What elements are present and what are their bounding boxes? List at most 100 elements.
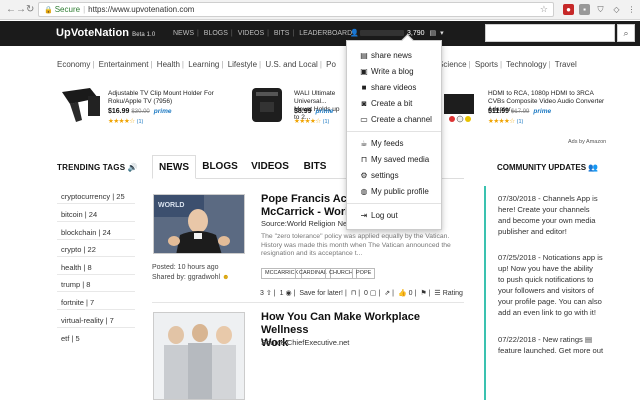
video-camera-icon: ■: [361, 83, 367, 92]
trending-tag[interactable]: bitcoin | 24: [61, 210, 97, 219]
trending-tag[interactable]: fortnite | 7: [61, 298, 94, 307]
category-link[interactable]: Travel: [555, 60, 577, 69]
ad-old-price: $17.99: [511, 109, 530, 115]
trending-tag[interactable]: cryptocurrency | 25: [61, 192, 125, 201]
post-source[interactable]: Source:ChiefExecutive.net: [261, 338, 349, 347]
user-dropdown-menu: ▤ share news ▣ Write a blog ■ share videos …: [346, 40, 442, 230]
reload-icon[interactable]: ↻: [26, 4, 34, 16]
star-rating-icon: ★★★★☆: [108, 118, 135, 125]
save-for-later-link[interactable]: Save for later!: [299, 290, 343, 297]
menu-dots-icon[interactable]: ⋮: [626, 4, 637, 15]
post-actions: 3 ⇧ | 1 ◉ | Save for later! | ⊓ | 0 ▢ | ⇗ | 👍 0 | ⚑…: [260, 290, 463, 297]
menu-item-label: Create a channel: [371, 115, 432, 124]
post-tag[interactable]: POPE: [352, 268, 376, 279]
tab-news[interactable]: NEWS: [152, 155, 196, 179]
menu-item-label: My public profile: [371, 187, 429, 196]
site-logo[interactable]: UpVoteNation Beta 1.0: [56, 27, 155, 39]
ad-price: $16.99 $30.00 prime: [108, 108, 171, 115]
post-thumbnail[interactable]: WORLD: [153, 194, 245, 254]
category-link[interactable]: Technology: [506, 60, 546, 69]
menu-item-create-bit[interactable]: ◙ Create a bit: [359, 99, 413, 108]
ad-price-value: $8.99: [294, 108, 312, 115]
upvote-icon[interactable]: ⇧: [266, 290, 272, 297]
category-link[interactable]: Science: [438, 60, 466, 69]
ad-card[interactable]: WALI Ultimate Universal... Mount Holds u…: [246, 86, 346, 136]
trending-tags-title: TRENDING TAGS 🔊: [57, 163, 138, 172]
tag-divider: [57, 239, 135, 240]
category-link[interactable]: Po: [326, 60, 336, 69]
bookmark-icon[interactable]: ⊓: [351, 290, 356, 297]
menu-item-share-news[interactable]: ▤ share news: [359, 51, 412, 60]
search-input[interactable]: [485, 24, 615, 42]
ad-price-value: $16.99: [108, 108, 130, 115]
menu-item-write-blog[interactable]: ▣ Write a blog: [359, 67, 413, 76]
menu-item-public-profile[interactable]: ◍ My public profile: [359, 187, 429, 196]
extension-red-icon[interactable]: ●: [563, 4, 574, 15]
menu-item-settings[interactable]: ⚙ settings: [359, 171, 398, 180]
address-bar[interactable]: 🔒 Secure | https://www.upvotenation.com ☆: [38, 2, 554, 17]
trending-tag[interactable]: blockchain | 24: [61, 228, 111, 237]
trending-tag[interactable]: crypto | 22: [61, 245, 96, 254]
category-link[interactable]: Sports: [475, 60, 498, 69]
category-divider: |: [500, 60, 503, 69]
forward-icon[interactable]: →: [16, 4, 26, 16]
back-icon[interactable]: ←: [6, 4, 16, 16]
user-menu-toggle[interactable]: 👤 3,790 ▤ ▾: [350, 29, 444, 39]
comment-icon[interactable]: ▢: [370, 290, 377, 297]
tab-videos[interactable]: VIDEOS: [248, 155, 292, 179]
trending-tag[interactable]: etf | 5: [61, 334, 80, 343]
ad-old-price: $30.00: [131, 109, 150, 115]
category-link[interactable]: Health: [157, 60, 180, 69]
bookmark-star-icon[interactable]: ☆: [540, 3, 548, 16]
topnav-blogs[interactable]: BLOGS: [204, 30, 228, 37]
community-title-text: COMMUNITY UPDATES: [497, 163, 587, 172]
tab-bits[interactable]: BITS: [298, 155, 332, 179]
ad-card[interactable]: HDMI to RCA, 1080p HDMI to 3RCA CVBs Com…: [440, 86, 610, 136]
rating-link[interactable]: Rating: [443, 290, 463, 297]
flag-icon[interactable]: ⚑: [420, 290, 426, 297]
category-link[interactable]: Economy: [57, 60, 90, 69]
topnav-news[interactable]: NEWS: [173, 30, 194, 37]
menu-item-saved-media[interactable]: ⊓ My saved media: [359, 155, 429, 164]
trending-tag[interactable]: trump | 8: [61, 280, 90, 289]
trending-tag[interactable]: health | 8: [61, 263, 92, 272]
trending-tag[interactable]: virtual-reality | 7: [61, 316, 114, 325]
beta-badge: Beta 1.0: [132, 32, 156, 38]
tab-blogs[interactable]: BLOGS: [198, 155, 242, 179]
category-link[interactable]: U.S. and Local: [265, 60, 317, 69]
ad-card[interactable]: Adjustable TV Clip Mount Holder For Roku…: [60, 86, 240, 136]
secure-label: Secure: [54, 5, 81, 14]
search-button[interactable]: ⌕: [617, 24, 635, 42]
share-icon[interactable]: ⇗: [384, 290, 390, 297]
category-link[interactable]: Entertainment: [99, 60, 149, 69]
menu-item-create-channel[interactable]: ▭ Create a channel: [359, 115, 432, 124]
extension-grey-icon[interactable]: ▪: [579, 4, 590, 15]
logout-icon: ⇥: [360, 211, 368, 220]
menu-item-label: Create a bit: [371, 99, 413, 108]
menu-item-my-feeds[interactable]: ☕ My feeds: [359, 139, 403, 148]
menu-item-log-out[interactable]: ⇥ Log out: [359, 211, 398, 220]
post-thumbnail[interactable]: [153, 312, 245, 400]
community-update: 07/22/2018 - New ratings ▤ feature launc…: [498, 334, 608, 356]
prime-badge: prime: [533, 108, 552, 115]
extension-shield-icon[interactable]: ⛉: [595, 4, 606, 15]
search-icon: ⌕: [623, 28, 629, 38]
menu-item-share-videos[interactable]: ■ share videos: [359, 83, 417, 92]
posted-time: Posted: 10 hours ago: [152, 264, 219, 271]
product-image-hdmi-adapter: [444, 94, 474, 123]
update-line: 07/22/2018 - New ratings: [498, 335, 583, 344]
menu-item-label: My feeds: [371, 139, 404, 148]
bookmark-icon: ⊓: [360, 155, 368, 164]
extension-puzzle-icon[interactable]: ◇: [611, 4, 622, 15]
topnav-videos[interactable]: VIDEOS: [238, 30, 264, 37]
url-text: https://www.upvotenation.com: [88, 5, 195, 14]
post-source[interactable]: Source:World Religion New: [261, 219, 353, 228]
ads-by-amazon[interactable]: Ads by Amazon: [568, 139, 606, 145]
tag-divider: [57, 274, 135, 275]
like-icon[interactable]: 👍: [398, 290, 407, 297]
category-link[interactable]: Lifestyle: [228, 60, 257, 69]
top-nav: NEWS | BLOGS | VIDEOS | BITS | LEADERBOARD |: [173, 30, 360, 37]
category-link[interactable]: Learning: [188, 60, 219, 69]
topnav-bits[interactable]: BITS: [274, 30, 290, 37]
topnav-leaderboard[interactable]: LEADERBOARD: [299, 30, 352, 37]
